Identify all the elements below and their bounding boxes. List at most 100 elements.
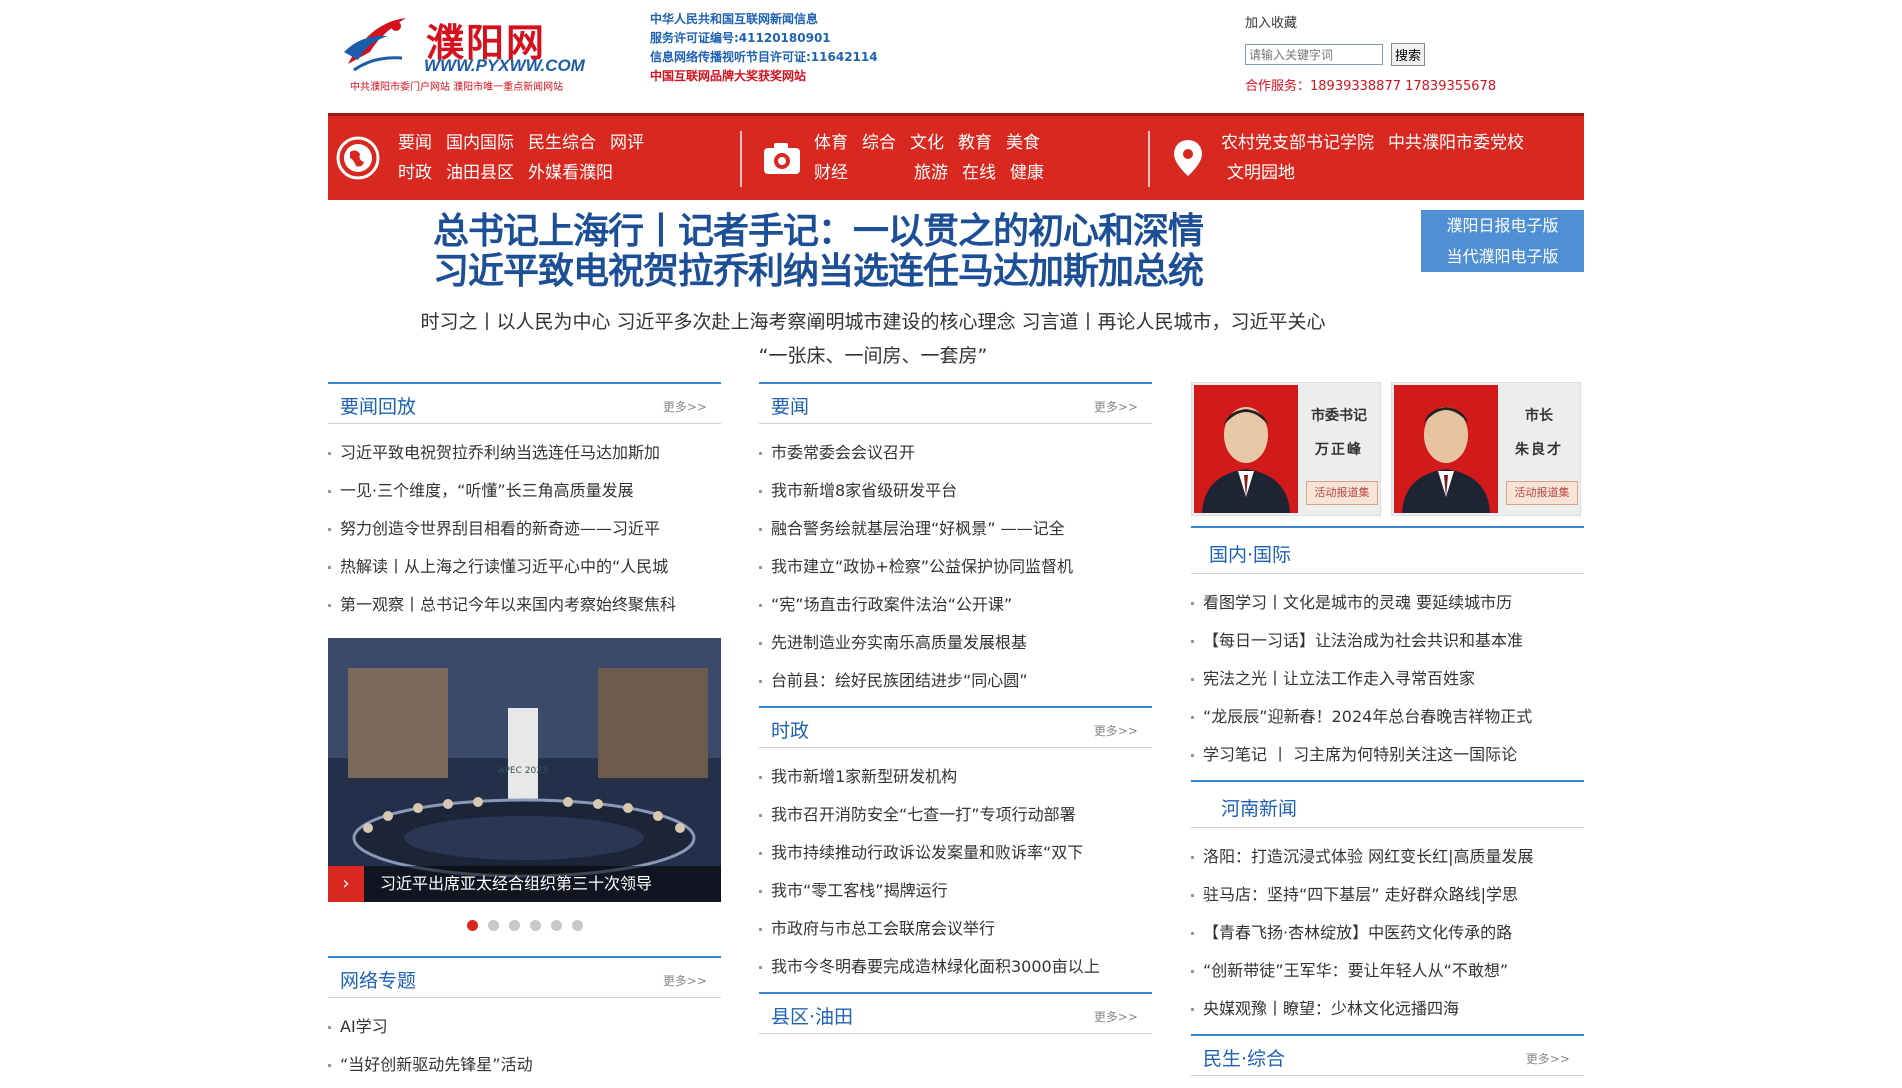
list-item[interactable]: 【青春飞扬·杏林绽放】中医药文化传承的路 — [1191, 914, 1584, 952]
nav-link[interactable]: 网评 — [610, 133, 644, 153]
list-item[interactable]: 洛阳：打造沉浸式体验 网红变长红|高质量发展 — [1191, 838, 1584, 876]
headline-link[interactable]: 习近平致电祝贺拉乔利纳当选连任马达加斯加总统 — [408, 252, 1228, 292]
list-item[interactable]: 我市建立“政协+检察”公益保护协同监督机 — [759, 548, 1152, 586]
more-link[interactable]: 更多>> — [1094, 1008, 1138, 1025]
nav-group-party: 农村党支部书记学院 中共濮阳市委党校 文明园地 — [1221, 128, 1538, 188]
list-item[interactable]: 市政府与市总工会联席会议举行 — [759, 910, 1152, 948]
slide-dot[interactable] — [508, 919, 520, 931]
leader-role: 市长 — [1525, 408, 1553, 424]
sub-headline-link[interactable]: 时习之丨以人民为中心 习近平多次赴上海考察阐明城市建设的核心理念 习言道丨再论人… — [328, 305, 1418, 339]
nav-link[interactable]: 要闻 — [398, 133, 432, 153]
license-line: 服务许可证编号:41120180901 — [650, 31, 831, 45]
nav-link[interactable]: 美食 — [1006, 133, 1040, 153]
nav-link[interactable]: 外媒看濮阳 — [528, 163, 613, 183]
list-item[interactable]: 先进制造业夯实南乐高质量发展根基 — [759, 624, 1152, 662]
nav-link[interactable]: 在线 — [962, 163, 996, 183]
nav-link[interactable]: 教育 — [958, 133, 992, 153]
nav-link[interactable]: 健康 — [1010, 163, 1044, 183]
slide-dot[interactable] — [466, 919, 478, 931]
more-link[interactable]: 更多>> — [1094, 398, 1138, 415]
add-favorite-link[interactable]: 加入收藏 — [1245, 12, 1575, 31]
nav-link[interactable]: 农村党支部书记学院 — [1221, 133, 1374, 153]
list-item[interactable]: 驻马店：坚持“四下基层” 走好群众路线|学思 — [1191, 876, 1584, 914]
list-item[interactable]: “创新带徒”王军华：要让年轻人从“不敢想” — [1191, 952, 1584, 990]
list-item[interactable]: 学习笔记 丨 习主席为何特别关注这一国际论 — [1191, 736, 1584, 774]
section-title[interactable]: 要闻回放 — [340, 392, 416, 419]
chevron-right-icon[interactable]: › — [328, 866, 364, 902]
leader-photo — [1194, 385, 1298, 513]
list-item[interactable]: 努力创造令世界刮目相看的新奇迹——习近平 — [328, 510, 721, 548]
slide-dot[interactable] — [487, 919, 499, 931]
nav-link[interactable]: 中共濮阳市委党校 — [1388, 133, 1524, 153]
news-list-shizheng: 我市新增1家新型研发机构 我市召开消防安全“七查一打”专项行动部署 我市持续推动… — [759, 748, 1152, 990]
nav-link[interactable]: 财经 — [814, 163, 848, 183]
search-button[interactable]: 搜索 — [1391, 43, 1426, 66]
headline-block: 总书记上海行丨记者手记：一以贯之的初心和深情 习近平致电祝贺拉乔利纳当选连任马达… — [408, 212, 1228, 292]
section-title[interactable]: 时政 — [771, 716, 809, 743]
list-item[interactable]: 我市新增1家新型研发机构 — [759, 758, 1152, 796]
section-title[interactable]: 河南新闻 — [1221, 794, 1297, 821]
slide-caption[interactable]: 习近平出席亚太经合组织第三十次领导 — [380, 874, 652, 893]
list-item[interactable]: 我市“零工客栈”揭牌运行 — [759, 872, 1152, 910]
leader-card[interactable]: 市委书记 万正峰 活动报道集 — [1191, 382, 1381, 516]
list-item[interactable]: “当好创新驱动先锋星”活动 — [328, 1046, 721, 1084]
section-header-intl: 国内·国际 — [1191, 526, 1584, 574]
list-item[interactable]: 看图学习丨文化是城市的灵魂 要延续城市历 — [1191, 584, 1584, 622]
news-list-replay: 习近平致电祝贺拉乔利纳当选连任马达加斯加 一见·三个维度，“听懂”长三角高质量发… — [328, 424, 721, 628]
more-link[interactable]: 更多>> — [663, 398, 707, 415]
more-link[interactable]: 更多>> — [1094, 722, 1138, 739]
section-title[interactable]: 国内·国际 — [1209, 540, 1291, 567]
globe-icon — [336, 136, 380, 180]
list-item[interactable]: 我市召开消防安全“七查一打”专项行动部署 — [759, 796, 1152, 834]
epaper-link[interactable]: 濮阳日报电子版 — [1421, 210, 1584, 241]
photo-slideshow[interactable]: APEC 2023 › 习近平出席亚太经合组织第三十次领导 — [328, 638, 721, 902]
nav-link[interactable]: 民生综合 — [528, 133, 596, 153]
list-item[interactable]: 我市持续推动行政诉讼发案量和败诉率“双下 — [759, 834, 1152, 872]
list-item[interactable]: 宪法之光丨让立法工作走入寻常百姓家 — [1191, 660, 1584, 698]
section-title[interactable]: 县区·油田 — [771, 1002, 853, 1029]
sub-headline-link[interactable]: “一张床、一间房、一套房” — [328, 339, 1418, 373]
section-header-county: 县区·油田 更多>> — [759, 992, 1152, 1034]
list-item[interactable]: AI学习 — [328, 1008, 721, 1046]
list-item[interactable]: 我市新增8家省级研发平台 — [759, 472, 1152, 510]
section-title[interactable]: 网络专题 — [340, 966, 416, 993]
list-item[interactable]: 热解读丨从上海之行读懂习近平心中的“人民城 — [328, 548, 721, 586]
list-item[interactable]: 融合警务绘就基层治理“好枫景” ——记全 — [759, 510, 1152, 548]
list-item[interactable]: 我市今冬明春要完成造林绿化面积3000亩以上 — [759, 948, 1152, 986]
activity-report-link[interactable]: 活动报道集 — [1506, 481, 1578, 505]
list-item[interactable]: 市委常委会会议召开 — [759, 434, 1152, 472]
activity-report-link[interactable]: 活动报道集 — [1306, 481, 1378, 505]
nav-link[interactable]: 时政 — [398, 163, 432, 183]
slide-photo: APEC 2023 — [328, 638, 721, 902]
slide-caption-bar: › 习近平出席亚太经合组织第三十次领导 — [328, 866, 721, 902]
list-item[interactable]: 第一观察丨总书记今年以来国内考察始终聚焦科 — [328, 586, 721, 624]
nav-link[interactable]: 油田县区 — [446, 163, 514, 183]
license-info: 中华人民共和国互联网新闻信息 服务许可证编号:41120180901 信息网络传… — [650, 10, 890, 86]
list-item[interactable]: “龙辰辰”迎新春！2024年总台春晚吉祥物正式 — [1191, 698, 1584, 736]
slide-dot[interactable] — [550, 919, 562, 931]
list-item[interactable]: 习近平致电祝贺拉乔利纳当选连任马达加斯加 — [328, 434, 721, 472]
nav-link[interactable]: 文明园地 — [1227, 163, 1295, 183]
headline-link[interactable]: 总书记上海行丨记者手记：一以贯之的初心和深情 — [408, 212, 1228, 252]
more-link[interactable]: 更多>> — [1526, 1050, 1570, 1067]
slide-dot[interactable] — [571, 919, 583, 931]
nav-link[interactable]: 综合 — [862, 133, 896, 153]
nav-link[interactable]: 旅游 — [914, 163, 948, 183]
more-link[interactable]: 更多>> — [663, 972, 707, 989]
epaper-link[interactable]: 当代濮阳电子版 — [1421, 241, 1584, 272]
list-item[interactable]: 台前县：绘好民族团结进步“同心圆” — [759, 662, 1152, 700]
nav-link[interactable]: 体育 — [814, 133, 848, 153]
nav-link[interactable]: 国内国际 — [446, 133, 514, 153]
section-title[interactable]: 民生·综合 — [1203, 1044, 1285, 1071]
search-input[interactable] — [1245, 44, 1383, 65]
nav-link[interactable]: 文化 — [910, 133, 944, 153]
list-item[interactable]: 一见·三个维度，“听懂”长三角高质量发展 — [328, 472, 721, 510]
list-item[interactable]: “宪”场直击行政案件法治“公开课” — [759, 586, 1152, 624]
slide-dot[interactable] — [529, 919, 541, 931]
leader-cards: 市委书记 万正峰 活动报道集 市长 朱良才 活动报道集 — [1191, 382, 1584, 516]
section-title[interactable]: 要闻 — [771, 392, 809, 419]
site-logo[interactable]: 濮阳网 WWW.PYXWW.COM 中共濮阳市委门户网站 濮阳市唯一重点新闻网站 — [340, 12, 608, 93]
list-item[interactable]: 【每日一习话】让法治成为社会共识和基本准 — [1191, 622, 1584, 660]
list-item[interactable]: 央媒观豫丨瞭望：少林文化远播四海 — [1191, 990, 1584, 1028]
leader-card[interactable]: 市长 朱良才 活动报道集 — [1391, 382, 1581, 516]
